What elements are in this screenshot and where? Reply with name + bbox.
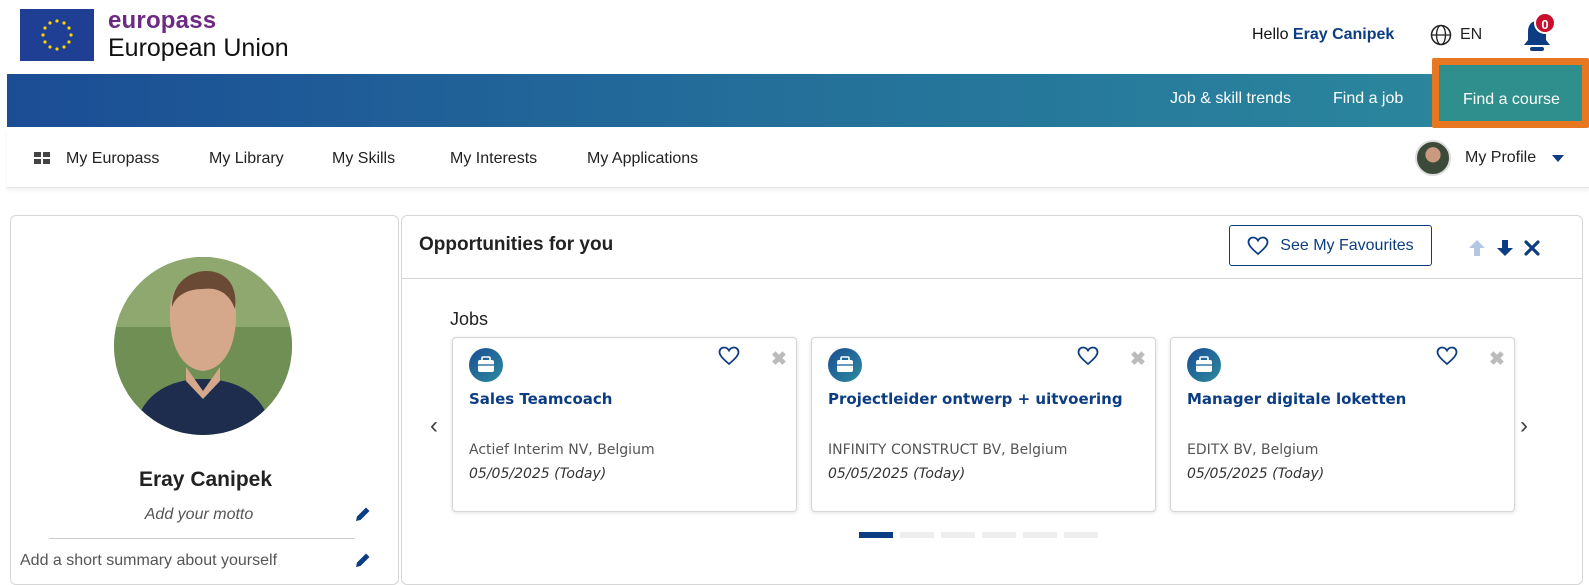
- nav-find-a-job[interactable]: Find a job: [1333, 90, 1403, 108]
- briefcase-icon: [1187, 348, 1221, 382]
- pagination-dot[interactable]: [982, 532, 1016, 538]
- see-favourites-button[interactable]: See My Favourites: [1229, 225, 1432, 266]
- briefcase-icon: [469, 348, 503, 382]
- brand-name: europass: [108, 7, 217, 34]
- heart-icon: [1247, 236, 1269, 255]
- motto-placeholder[interactable]: Add your motto: [11, 506, 387, 524]
- nav-find-a-course[interactable]: Find a course: [1432, 58, 1589, 128]
- job-title[interactable]: Manager digitale loketten: [1187, 390, 1406, 408]
- greeting-user-name[interactable]: Eray Canipek: [1293, 26, 1394, 43]
- dismiss-job-icon[interactable]: ✖: [1489, 348, 1505, 371]
- job-date: 05/05/2025 (Today): [828, 466, 966, 482]
- job-card[interactable]: ✖ Manager digitale loketten EDITX BV, Be…: [1170, 337, 1515, 512]
- profile-menu-label: My Profile: [1465, 149, 1537, 166]
- divider: [49, 538, 355, 539]
- language-selector[interactable]: EN: [1430, 24, 1482, 46]
- nav-find-a-course-label: Find a course: [1463, 91, 1560, 108]
- job-company: EDITX BV, Belgium: [1187, 442, 1319, 458]
- pagination-dot[interactable]: [1064, 532, 1098, 538]
- subnav-my-europass[interactable]: My Europass: [66, 150, 159, 168]
- job-date: 05/05/2025 (Today): [469, 466, 607, 482]
- profile-name: Eray Canipek: [138, 468, 273, 491]
- dismiss-job-icon[interactable]: ✖: [771, 348, 787, 371]
- favourite-heart-icon[interactable]: [1077, 346, 1099, 366]
- subnav-my-library[interactable]: My Library: [209, 150, 284, 168]
- avatar: [1415, 140, 1451, 176]
- subnav-my-interests[interactable]: My Interests: [450, 150, 537, 168]
- notifications-badge: 0: [1534, 12, 1556, 34]
- main-nav: Job & skill trends Find a job: [7, 74, 1589, 127]
- profile-menu[interactable]: My Profile: [1415, 140, 1565, 176]
- language-label: EN: [1460, 26, 1483, 43]
- globe-icon: [1430, 24, 1452, 46]
- secondary-nav: My Europass My Library My Skills My Inte…: [7, 128, 1589, 188]
- opportunities-header: Opportunities for you See My Favourites: [402, 216, 1582, 279]
- subnav-my-skills[interactable]: My Skills: [332, 150, 395, 168]
- carousel-prev-icon[interactable]: ‹: [430, 412, 438, 440]
- pagination-dot[interactable]: [941, 532, 975, 538]
- user-greeting: Hello Eray Canipek: [1252, 26, 1394, 44]
- pagination-dot[interactable]: [859, 532, 893, 538]
- job-company: Actief Interim NV, Belgium: [469, 442, 655, 458]
- top-header: europass European Union Hello Eray Canip…: [0, 0, 1589, 74]
- nav-job-skill-trends[interactable]: Job & skill trends: [1170, 90, 1291, 108]
- carousel-next-icon[interactable]: ›: [1520, 412, 1528, 440]
- job-title[interactable]: Sales Teamcoach: [469, 390, 612, 408]
- job-company: INFINITY CONSTRUCT BV, Belgium: [828, 442, 1068, 458]
- pagination-dot[interactable]: [1023, 532, 1057, 538]
- dismiss-job-icon[interactable]: ✖: [1130, 348, 1146, 371]
- edit-motto-pencil-icon[interactable]: [354, 505, 372, 523]
- profile-photo[interactable]: [114, 257, 292, 435]
- move-down-arrow-icon[interactable]: [1495, 238, 1515, 258]
- favourite-heart-icon[interactable]: [1436, 346, 1458, 366]
- chevron-down-icon: [1552, 154, 1565, 162]
- job-card[interactable]: ✖ Projectleider ontwerp + uitvoering INF…: [811, 337, 1156, 512]
- edit-summary-pencil-icon[interactable]: [354, 551, 372, 569]
- favourite-heart-icon[interactable]: [718, 346, 740, 366]
- europass-logo[interactable]: europass European Union: [20, 9, 289, 61]
- pagination-dot[interactable]: [900, 532, 934, 538]
- job-date: 05/05/2025 (Today): [1187, 466, 1325, 482]
- carousel-pagination: [859, 532, 1105, 538]
- notifications-button[interactable]: 0: [1522, 12, 1556, 56]
- briefcase-icon: [828, 348, 862, 382]
- opportunities-title: Opportunities for you: [419, 234, 614, 255]
- opportunities-panel: Opportunities for you See My Favourites …: [401, 215, 1583, 585]
- profile-card: Eray Canipek Add your motto Add a short …: [10, 215, 399, 585]
- brand-subtitle: European Union: [108, 34, 289, 62]
- job-title[interactable]: Projectleider ontwerp + uitvoering: [828, 390, 1123, 408]
- close-panel-icon[interactable]: [1523, 239, 1541, 257]
- summary-placeholder[interactable]: Add a short summary about yourself: [20, 552, 277, 570]
- dashboard-grid-icon: [34, 152, 50, 165]
- greeting-text: Hello: [1252, 26, 1289, 43]
- move-up-arrow-icon[interactable]: [1467, 238, 1487, 258]
- jobs-section-label: Jobs: [450, 309, 489, 329]
- see-favourites-label: See My Favourites: [1280, 236, 1414, 254]
- job-card[interactable]: ✖ Sales Teamcoach Actief Interim NV, Bel…: [452, 337, 797, 512]
- subnav-my-applications[interactable]: My Applications: [587, 150, 698, 168]
- eu-flag-icon: [20, 9, 94, 61]
